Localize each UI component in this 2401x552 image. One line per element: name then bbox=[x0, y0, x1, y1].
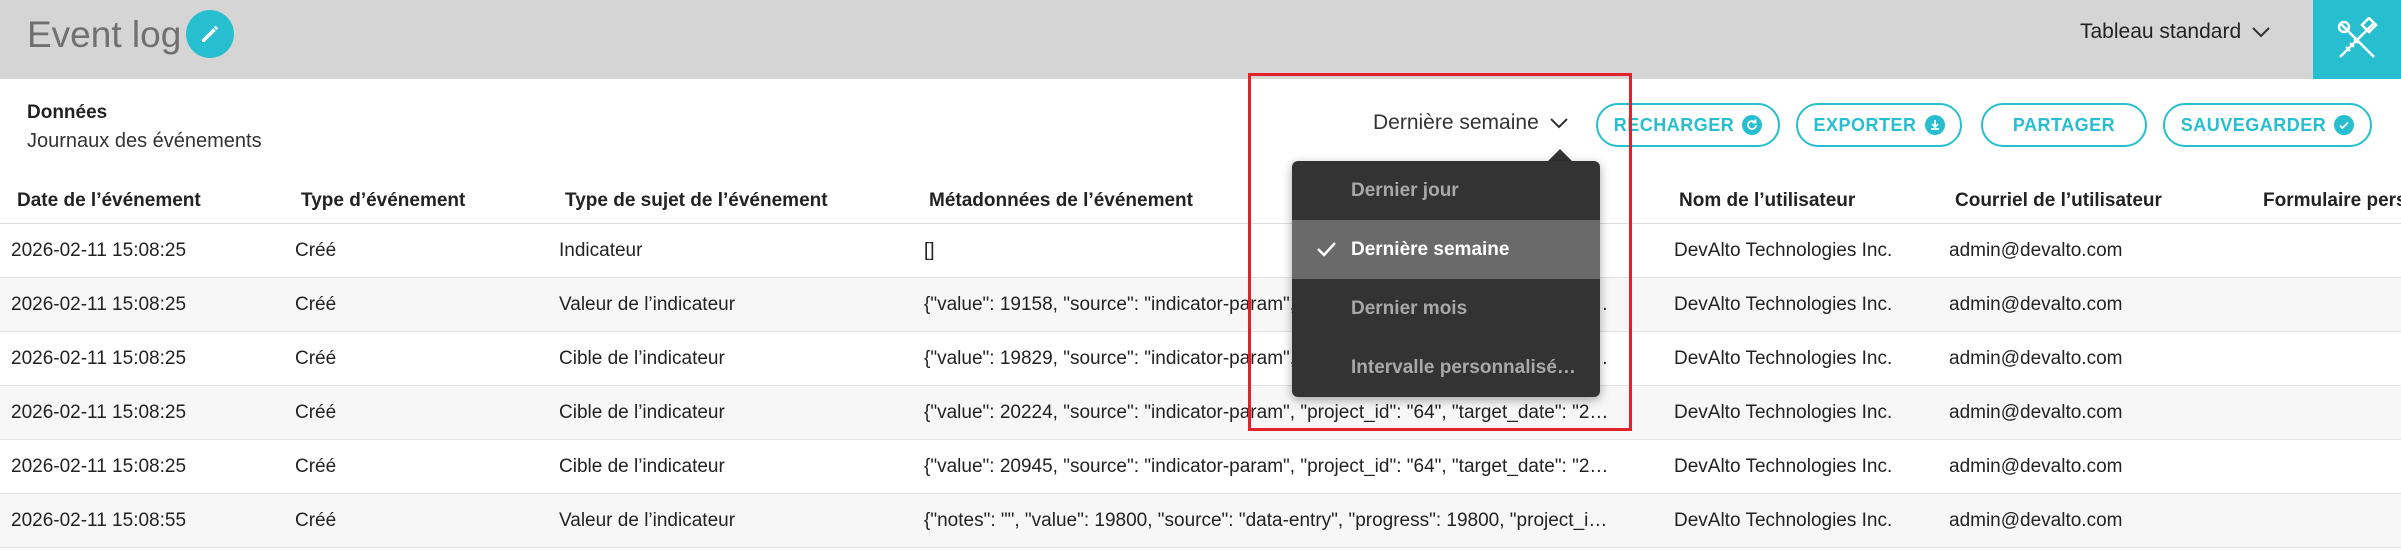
cell-date: 2026-02-11 15:08:25 bbox=[11, 348, 187, 369]
cell-subject: Cible de l’indicateur bbox=[559, 402, 725, 423]
cell-user: DevAlto Technologies Inc. bbox=[1674, 294, 1893, 315]
table-row[interactable]: 2026-02-11 15:08:25 Créé Indicateur [] D… bbox=[0, 224, 2401, 278]
cell-user: DevAlto Technologies Inc. bbox=[1674, 348, 1893, 369]
cell-type: Créé bbox=[295, 294, 337, 315]
cell-date: 2026-02-11 15:08:25 bbox=[11, 240, 187, 261]
chevron-down-icon bbox=[2252, 27, 2270, 38]
cell-subject: Cible de l’indicateur bbox=[559, 456, 725, 477]
column-header-metadata[interactable]: Métadonnées de l’événement bbox=[929, 178, 1193, 223]
cell-type: Créé bbox=[295, 348, 337, 369]
cell-email: admin@devalto.com bbox=[1949, 456, 2123, 477]
column-header-event-type[interactable]: Type d’événement bbox=[301, 178, 465, 223]
table-row[interactable]: 2026-02-11 15:08:25 Créé Cible de l’indi… bbox=[0, 386, 2401, 440]
cell-date: 2026-02-11 15:08:25 bbox=[11, 402, 187, 423]
view-selector-label: Tableau standard bbox=[2080, 20, 2242, 43]
cell-email: admin@devalto.com bbox=[1949, 510, 2123, 531]
column-header-custom-form[interactable]: Formulaire pers bbox=[2263, 178, 2401, 223]
cell-date: 2026-02-11 15:08:55 bbox=[11, 510, 187, 531]
table-row[interactable]: 2026-02-11 15:08:55 Créé Valeur de l’ind… bbox=[0, 494, 2401, 548]
cell-subject: Valeur de l’indicateur bbox=[559, 294, 736, 315]
view-selector[interactable]: Tableau standard bbox=[2080, 20, 2271, 44]
share-button[interactable]: PARTAGER bbox=[1981, 103, 2147, 147]
top-bar: Event log Tableau standard bbox=[0, 0, 2401, 79]
cell-email: admin@devalto.com bbox=[1949, 240, 2123, 261]
column-header-user-email[interactable]: Courriel de l’utilisateur bbox=[1955, 178, 2162, 223]
table-row[interactable]: 2026-02-11 15:08:25 Créé Cible de l’indi… bbox=[0, 440, 2401, 494]
cell-type: Créé bbox=[295, 510, 337, 531]
cell-email: admin@devalto.com bbox=[1949, 348, 2123, 369]
column-header-user-name[interactable]: Nom de l’utilisateur bbox=[1679, 178, 1855, 223]
cell-subject: Cible de l’indicateur bbox=[559, 348, 725, 369]
save-button-label: SAUVEGARDER bbox=[2180, 114, 2327, 135]
download-icon bbox=[1924, 115, 1945, 135]
table-row[interactable]: 2026-02-11 15:08:25 Créé Valeur de l’ind… bbox=[0, 278, 2401, 332]
column-header-subject-type[interactable]: Type de sujet de l’événement bbox=[565, 178, 828, 223]
cell-user: DevAlto Technologies Inc. bbox=[1674, 402, 1893, 423]
cell-subject: Indicateur bbox=[559, 240, 643, 261]
save-button[interactable]: SAUVEGARDER bbox=[2163, 103, 2372, 147]
export-button[interactable]: EXPORTER bbox=[1796, 103, 1962, 147]
tools-button[interactable] bbox=[2313, 0, 2401, 79]
cell-user: DevAlto Technologies Inc. bbox=[1674, 240, 1893, 261]
cell-email: admin@devalto.com bbox=[1949, 402, 2123, 423]
column-header-event-date[interactable]: Date de l’événement bbox=[17, 178, 201, 223]
pencil-icon bbox=[202, 26, 218, 42]
cell-type: Créé bbox=[295, 456, 337, 477]
cell-user: DevAlto Technologies Inc. bbox=[1674, 510, 1893, 531]
check-circle-icon bbox=[2334, 115, 2355, 135]
cell-type: Créé bbox=[295, 402, 337, 423]
page-title: Event log bbox=[27, 14, 182, 55]
cell-email: admin@devalto.com bbox=[1949, 294, 2123, 315]
cell-type: Créé bbox=[295, 240, 337, 261]
cell-user: DevAlto Technologies Inc. bbox=[1674, 456, 1893, 477]
data-source-name: Journaux des événements bbox=[27, 130, 262, 152]
cell-metadata: {"value": 20945, "source": "indicator-pa… bbox=[924, 456, 1609, 477]
edit-title-button[interactable] bbox=[186, 10, 234, 58]
tools-icon bbox=[2337, 16, 2378, 58]
cell-subject: Valeur de l’indicateur bbox=[559, 510, 736, 531]
highlight-box bbox=[1248, 73, 1632, 431]
refresh-icon bbox=[1742, 115, 1763, 135]
cell-metadata: {"notes": "", "value": 19800, "source": … bbox=[924, 510, 1608, 531]
table-header: Date de l’événement Type d’événement Typ… bbox=[0, 178, 2401, 224]
data-source-heading: Données bbox=[27, 102, 108, 123]
share-button-label: PARTAGER bbox=[2012, 114, 2116, 135]
cell-date: 2026-02-11 15:08:25 bbox=[11, 456, 187, 477]
export-button-label: EXPORTER bbox=[1813, 114, 1917, 135]
table-row[interactable]: 2026-02-11 15:08:25 Créé Cible de l’indi… bbox=[0, 332, 2401, 386]
cell-date: 2026-02-11 15:08:25 bbox=[11, 294, 187, 315]
